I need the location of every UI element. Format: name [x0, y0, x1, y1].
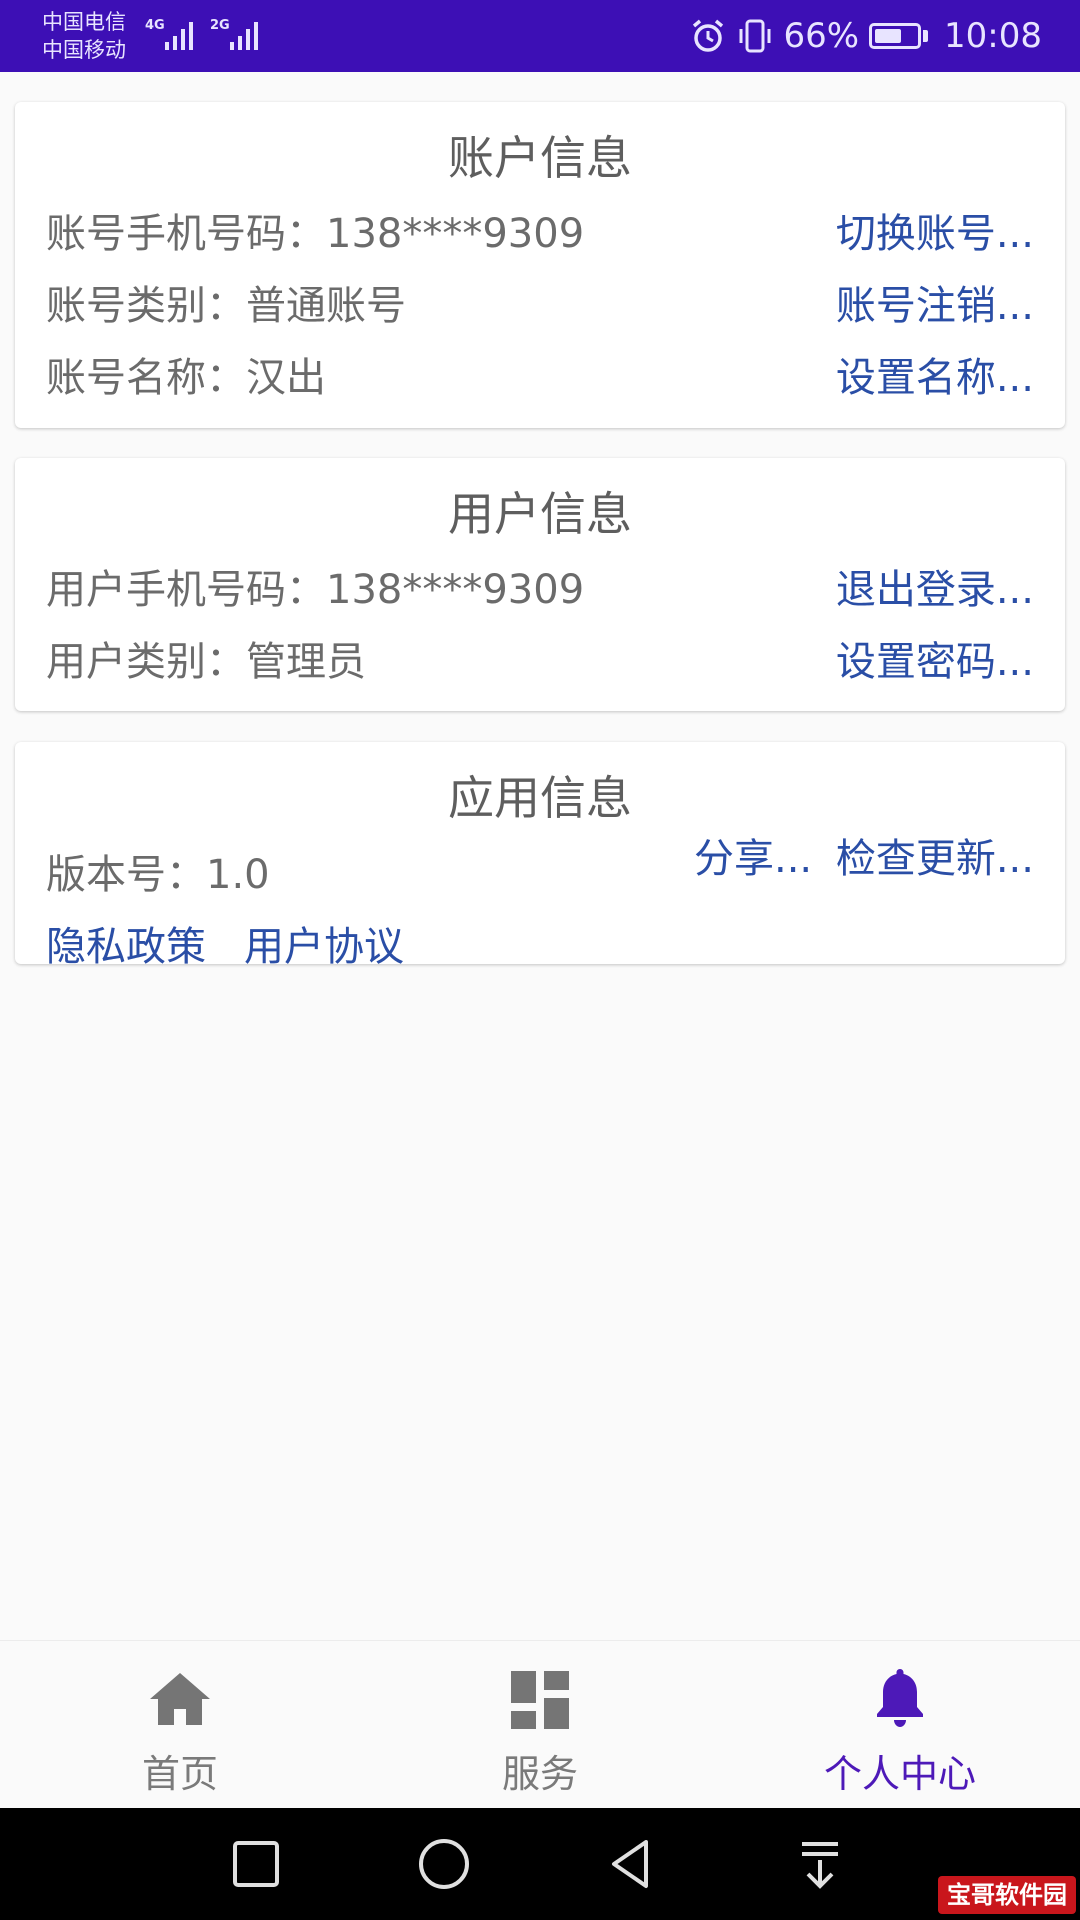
user-info-card: 用户信息 用户手机号码：138****9309 退出登录... 用户类别：管理员… [15, 458, 1065, 711]
status-bar: 中国电信 中国移动 4G 2G 66% 10:08 [0, 0, 1080, 72]
clock: 10:08 [944, 16, 1042, 56]
account-info-card: 账户信息 账号手机号码：138****9309 切换账号... 账号类别：普通账… [15, 102, 1065, 428]
switch-account-button[interactable]: 切换账号... [836, 201, 1034, 259]
notification-pull-icon[interactable] [792, 1836, 848, 1892]
status-right: 66% 10:08 [689, 14, 1042, 58]
battery-percent: 66% [783, 16, 860, 56]
home-circle-icon[interactable] [416, 1836, 472, 1892]
account-phone-label: 账号手机号码：138****9309 [46, 211, 585, 257]
back-icon[interactable] [604, 1836, 660, 1892]
carrier-info: 中国电信 中国移动 [42, 8, 126, 64]
signal-bars-icon [230, 22, 258, 50]
account-card-title: 账户信息 [448, 131, 632, 185]
app-card-title: 应用信息 [448, 771, 632, 825]
version-label: 版本号：1.0 [46, 852, 270, 898]
bell-icon [877, 1669, 923, 1727]
tab-services[interactable]: 服务 [360, 1641, 720, 1809]
alarm-icon [693, 19, 724, 52]
set-password-button[interactable]: 设置密码... [836, 629, 1034, 687]
privacy-policy-link[interactable]: 隐私政策 [46, 914, 206, 972]
network-type-1: 4G [145, 18, 165, 33]
user-type-label: 用户类别：管理员 [46, 639, 366, 685]
vibrate-icon [739, 19, 771, 53]
user-card-title: 用户信息 [448, 487, 632, 541]
carrier-2: 中国移动 [42, 38, 126, 62]
logout-button[interactable]: 退出登录... [836, 557, 1034, 615]
tab-personal-center-label: 个人中心 [823, 1752, 976, 1796]
watermark-logo: 宝哥软件园 [938, 1876, 1076, 1914]
tab-personal-center[interactable]: 个人中心 [720, 1641, 1080, 1809]
share-button[interactable]: 分享... [694, 826, 812, 884]
bottom-navigation: 首页 服务 个人中心 [0, 1640, 1080, 1809]
recent-apps-icon[interactable] [228, 1836, 284, 1892]
tab-home[interactable]: 首页 [0, 1641, 360, 1809]
deregister-account-button[interactable]: 账号注销... [836, 273, 1034, 331]
carrier-1: 中国电信 [42, 10, 126, 34]
app-info-card: 应用信息 版本号：1.0 分享... 检查更新... 隐私政策 用户协议 [15, 742, 1065, 970]
user-phone-label: 用户手机号码：138****9309 [46, 567, 585, 613]
signal-bars-icon [165, 22, 193, 50]
tab-services-label: 服务 [501, 1752, 578, 1796]
tab-home-label: 首页 [141, 1752, 218, 1796]
battery-icon [869, 23, 922, 49]
dashboard-icon [511, 1671, 569, 1729]
home-icon [150, 1673, 210, 1725]
user-agreement-link[interactable]: 用户协议 [244, 914, 404, 972]
account-name-label: 账号名称：汉出 [46, 355, 326, 401]
account-type-label: 账号类别：普通账号 [46, 283, 406, 329]
network-type-2: 2G [210, 18, 230, 33]
battery-level [875, 29, 902, 43]
check-update-button[interactable]: 检查更新... [836, 826, 1034, 884]
system-navigation-bar [0, 1808, 1080, 1920]
set-name-button[interactable]: 设置名称... [836, 345, 1034, 403]
battery-tip [923, 30, 929, 42]
